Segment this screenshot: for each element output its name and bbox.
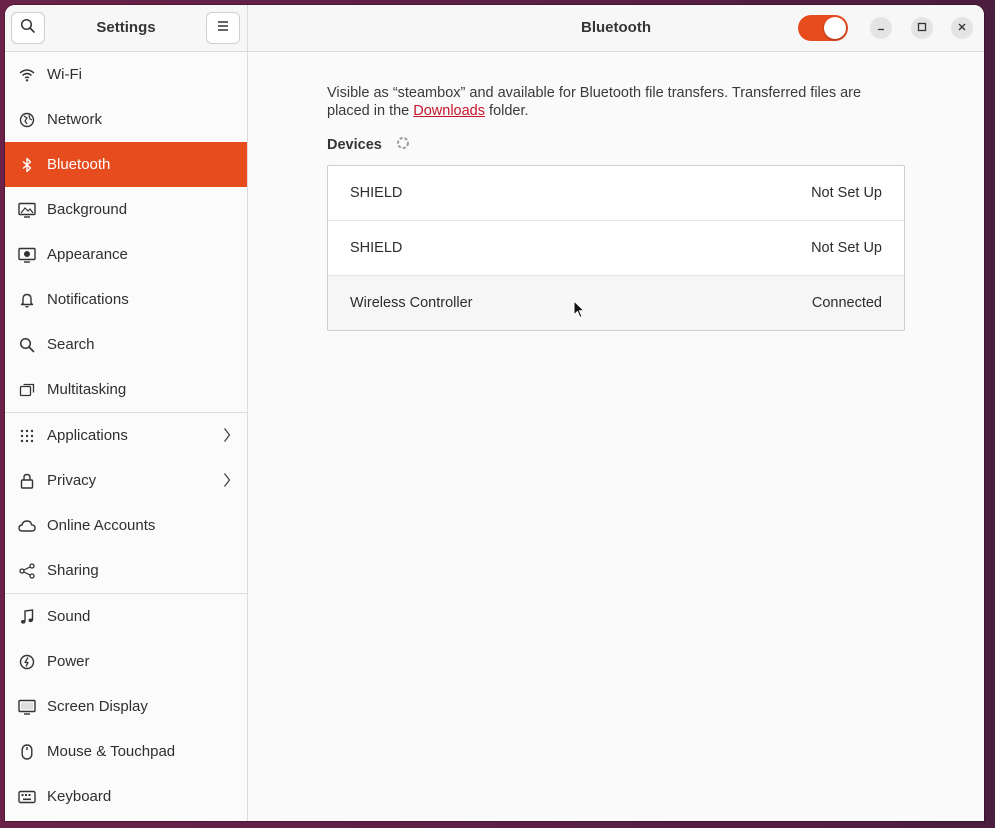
device-row[interactable]: SHIELD Not Set Up: [328, 220, 904, 275]
background-icon: [18, 201, 36, 219]
sidebar-item-label: Bluetooth: [47, 156, 111, 173]
sidebar-item-multitasking[interactable]: Multitasking: [5, 367, 247, 412]
close-button[interactable]: [951, 17, 973, 39]
sidebar: Settings Wi-Fi Network Bluetooth Backgro…: [5, 5, 248, 821]
visibility-description: Visible as “steambox” and available for …: [327, 84, 907, 120]
music-note-icon: [18, 608, 36, 626]
sidebar-item-label: Search: [47, 336, 95, 353]
sidebar-item-label: Multitasking: [47, 381, 127, 398]
sidebar-item-label: Appearance: [47, 246, 128, 263]
sidebar-item-applications[interactable]: Applications: [5, 413, 247, 458]
description-text-end: folder.: [485, 103, 529, 119]
minimize-icon: [876, 19, 886, 37]
chevron-right-icon: [223, 427, 231, 447]
sidebar-item-search[interactable]: Search: [5, 322, 247, 367]
network-icon: [18, 111, 36, 129]
content-header: Bluetooth: [248, 5, 984, 52]
maximize-icon: [917, 19, 927, 37]
devices-label: Devices: [327, 137, 382, 153]
bell-icon: [18, 291, 36, 309]
sidebar-item-appearance[interactable]: Appearance: [5, 232, 247, 277]
sidebar-item-mouse-touchpad[interactable]: Mouse & Touchpad: [5, 729, 247, 774]
sidebar-item-privacy[interactable]: Privacy: [5, 458, 247, 503]
sidebar-item-label: Power: [47, 653, 90, 670]
hamburger-menu-icon: [216, 19, 230, 37]
chevron-right-icon: [223, 472, 231, 492]
downloads-link[interactable]: Downloads: [413, 103, 485, 119]
content-pane: Bluetooth Visible as “steambox” and avai…: [248, 5, 984, 821]
device-status: Connected: [811, 295, 882, 311]
sidebar-item-wifi[interactable]: Wi-Fi: [5, 52, 247, 97]
loading-spinner-icon: [396, 136, 410, 154]
sidebar-item-label: Sharing: [47, 562, 99, 579]
power-icon: [18, 653, 36, 671]
appearance-icon: [18, 246, 36, 264]
multitasking-icon: [18, 381, 36, 399]
device-name: SHIELD: [350, 240, 403, 256]
sidebar-item-power[interactable]: Power: [5, 639, 247, 684]
device-name: SHIELD: [350, 185, 403, 201]
apps-grid-icon: [18, 427, 36, 445]
device-row[interactable]: SHIELD Not Set Up: [328, 166, 904, 220]
sidebar-header: Settings: [5, 5, 247, 52]
sidebar-item-notifications[interactable]: Notifications: [5, 277, 247, 322]
sidebar-item-label: Online Accounts: [47, 517, 156, 534]
mouse-pointer-icon: [573, 299, 586, 325]
description-text: Visible as “steambox” and available for …: [327, 85, 862, 119]
sidebar-item-network[interactable]: Network: [5, 97, 247, 142]
close-icon: [957, 19, 967, 37]
sidebar-item-screen-display[interactable]: Screen Display: [5, 684, 247, 729]
maximize-button[interactable]: [911, 17, 933, 39]
devices-heading: Devices: [327, 136, 410, 154]
device-status: Not Set Up: [811, 185, 882, 201]
bluetooth-toggle[interactable]: [798, 15, 848, 41]
device-row[interactable]: Wireless Controller Connected: [328, 275, 904, 330]
device-name: Wireless Controller: [350, 295, 473, 311]
sidebar-item-label: Keyboard: [47, 788, 112, 805]
sidebar-item-sound[interactable]: Sound: [5, 594, 247, 639]
cloud-icon: [18, 517, 36, 535]
sidebar-item-label: Notifications: [47, 291, 129, 308]
sidebar-item-label: Network: [47, 111, 103, 128]
display-icon: [18, 698, 36, 716]
sidebar-nav: Wi-Fi Network Bluetooth Background Appea…: [5, 52, 247, 819]
bluetooth-icon: [18, 156, 36, 174]
sidebar-item-label: Privacy: [47, 472, 97, 489]
sidebar-item-online-accounts[interactable]: Online Accounts: [5, 503, 247, 548]
sidebar-item-label: Applications: [47, 427, 128, 444]
keyboard-icon: [18, 788, 36, 806]
sidebar-item-keyboard[interactable]: Keyboard: [5, 774, 247, 819]
sidebar-item-label: Mouse & Touchpad: [47, 743, 176, 760]
mouse-icon: [18, 743, 36, 761]
wifi-icon: [18, 66, 36, 84]
sidebar-item-bluetooth[interactable]: Bluetooth: [5, 142, 247, 187]
menu-button[interactable]: [206, 12, 240, 44]
sidebar-item-background[interactable]: Background: [5, 187, 247, 232]
share-icon: [18, 562, 36, 580]
device-list: SHIELD Not Set Up SHIELD Not Set Up Wire…: [327, 165, 905, 331]
search-icon: [18, 336, 36, 354]
device-status: Not Set Up: [811, 240, 882, 256]
lock-icon: [18, 472, 36, 490]
toggle-knob: [824, 17, 846, 39]
settings-window: Settings Wi-Fi Network Bluetooth Backgro…: [5, 5, 984, 821]
sidebar-item-label: Wi-Fi: [47, 66, 82, 83]
sidebar-item-sharing[interactable]: Sharing: [5, 548, 247, 593]
sidebar-item-label: Background: [47, 201, 128, 218]
minimize-button[interactable]: [870, 17, 892, 39]
sidebar-item-label: Sound: [47, 608, 91, 625]
sidebar-item-label: Screen Display: [47, 698, 148, 715]
